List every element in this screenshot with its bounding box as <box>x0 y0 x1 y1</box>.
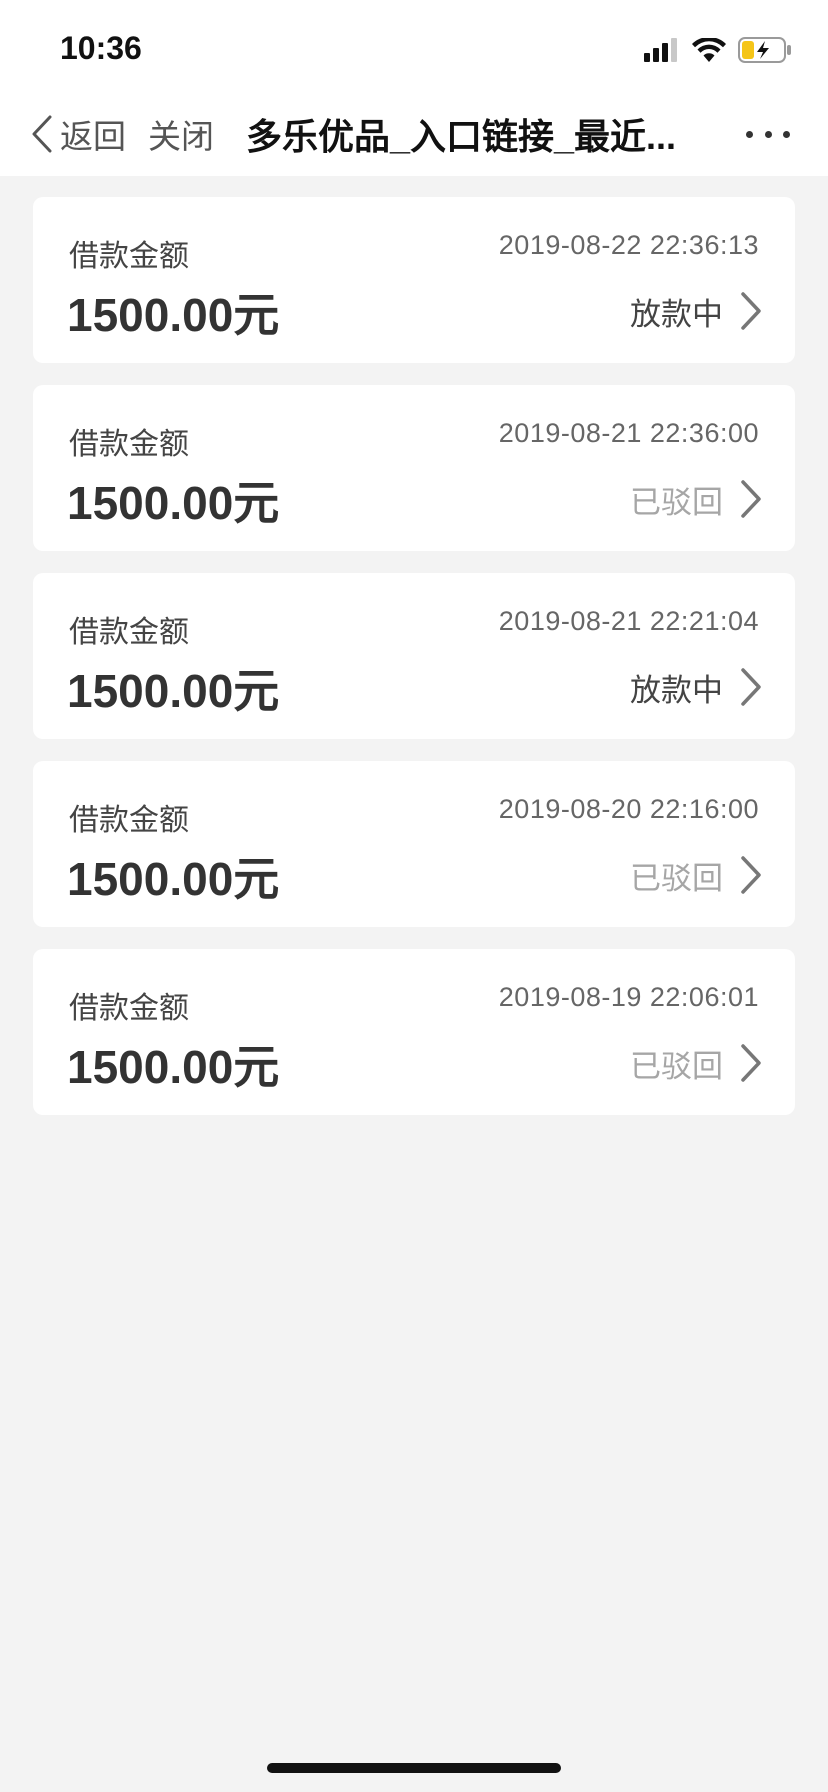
loan-status: 已驳回 <box>630 485 723 520</box>
loan-label: 借款金额 <box>69 992 189 1025</box>
more-dot <box>783 130 790 138</box>
loan-card[interactable]: 借款金额 2019-08-22 22:36:13 1500.00元 放款中 <box>33 197 795 363</box>
loan-amount: 1500.00元 <box>67 665 280 717</box>
nav-bar: 返回 关闭 多乐优品_入口链接_最近... <box>0 92 828 176</box>
loan-label: 借款金额 <box>69 428 189 461</box>
loan-status: 放款中 <box>630 297 723 332</box>
loan-amount: 1500.00元 <box>67 853 280 905</box>
wifi-icon <box>692 38 726 62</box>
page-title: 多乐优品_入口链接_最近... <box>246 116 677 157</box>
chevron-right-icon <box>741 856 761 894</box>
screen: 10:36 返回 关闭 多乐优品_入口链接_最近... 借款金额 2019-08… <box>0 0 828 1792</box>
loan-time: 2019-08-19 22:06:01 <box>498 982 759 1012</box>
status-icons <box>644 36 792 64</box>
loan-card[interactable]: 借款金额 2019-08-21 22:21:04 1500.00元 放款中 <box>33 573 795 739</box>
loan-list: 借款金额 2019-08-22 22:36:13 1500.00元 放款中 借款… <box>33 197 795 1137</box>
loan-status: 已驳回 <box>630 1049 723 1084</box>
back-label: 返回 <box>60 118 126 155</box>
home-indicator[interactable] <box>267 1763 561 1773</box>
loan-label: 借款金额 <box>69 240 189 273</box>
loan-time: 2019-08-21 22:36:00 <box>498 418 759 448</box>
battery-charging-icon <box>738 37 791 63</box>
loan-time: 2019-08-21 22:21:04 <box>498 606 759 636</box>
chevron-right-icon <box>741 668 761 706</box>
loan-time: 2019-08-20 22:16:00 <box>498 794 759 824</box>
loan-label: 借款金额 <box>69 616 189 649</box>
more-dot <box>764 130 772 138</box>
loan-status: 已驳回 <box>630 861 723 896</box>
loan-card[interactable]: 借款金额 2019-08-20 22:16:00 1500.00元 已驳回 <box>33 761 795 927</box>
close-button[interactable]: 关闭 <box>148 108 214 160</box>
loan-status: 放款中 <box>630 673 723 708</box>
loan-amount: 1500.00元 <box>67 289 280 341</box>
back-button[interactable]: 返回 <box>30 108 126 160</box>
loan-amount: 1500.00元 <box>67 1041 280 1093</box>
loan-label: 借款金额 <box>69 804 189 837</box>
status-time: 10:36 <box>60 30 142 66</box>
status-bar: 10:36 <box>0 0 828 92</box>
chevron-right-icon <box>741 480 761 518</box>
loan-amount: 1500.00元 <box>67 477 280 529</box>
more-dots-icon[interactable] <box>746 120 790 148</box>
more-dot <box>746 130 753 138</box>
loan-time: 2019-08-22 22:36:13 <box>498 230 759 260</box>
cellular-signal-icon <box>644 38 677 62</box>
chevron-right-icon <box>741 292 761 330</box>
loan-card[interactable]: 借款金额 2019-08-21 22:36:00 1500.00元 已驳回 <box>33 385 795 551</box>
chevron-right-icon <box>741 1044 761 1082</box>
chevron-left-icon <box>32 115 52 153</box>
loan-card[interactable]: 借款金额 2019-08-19 22:06:01 1500.00元 已驳回 <box>33 949 795 1115</box>
